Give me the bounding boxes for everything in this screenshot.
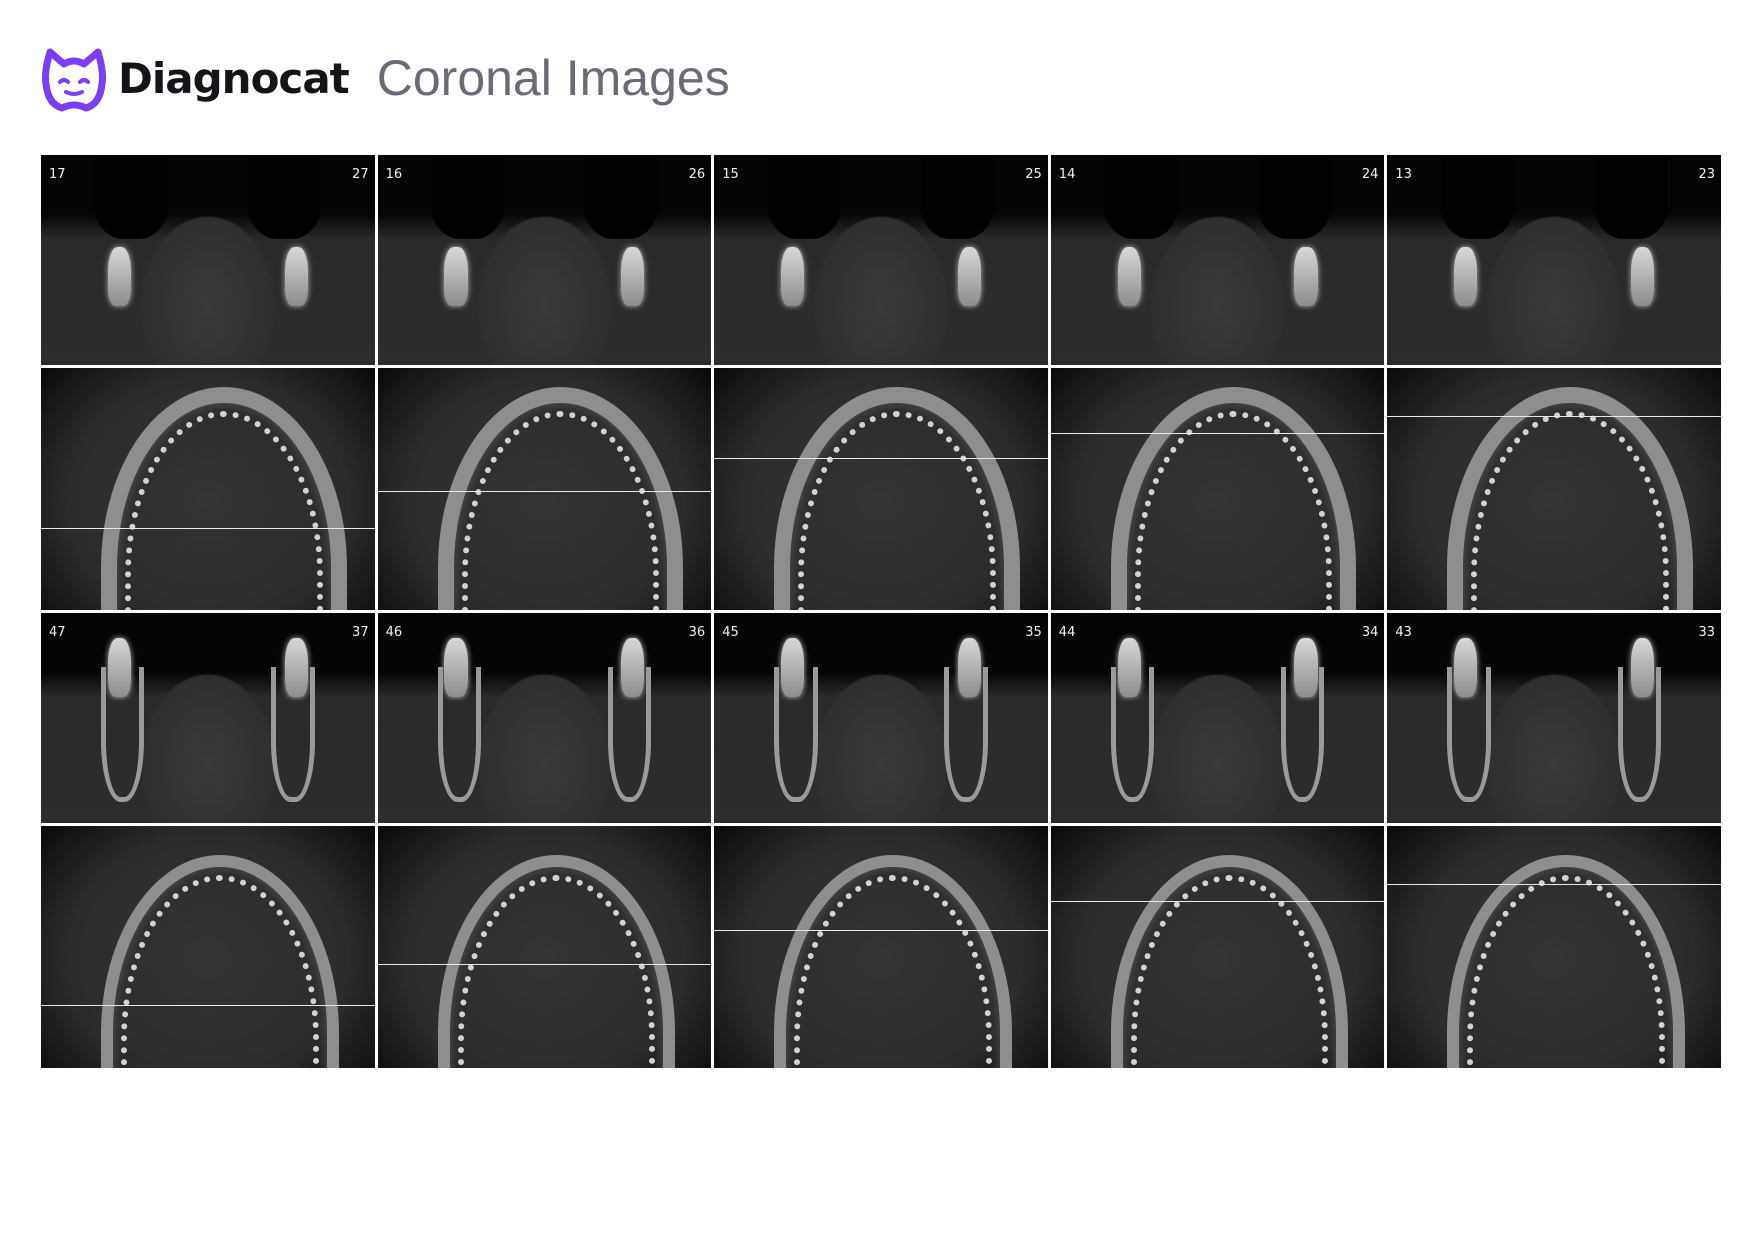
tooth-crown: [1630, 247, 1655, 307]
tooth-number-right: 25: [1025, 167, 1042, 182]
tooth-number-left: 14: [1058, 167, 1076, 182]
tooth-number-right: 34: [1361, 625, 1379, 640]
tooth-number-left: 45: [722, 625, 739, 640]
coronal-slice-upper[interactable]: 13 23: [1387, 155, 1721, 365]
coronal-slice-upper[interactable]: 16 26: [377, 155, 712, 365]
dental-arch: [437, 855, 676, 1068]
coronal-slice-lower[interactable]: 44 34: [1050, 613, 1385, 823]
tooth-number-left: 43: [1395, 625, 1412, 640]
dental-arch: [101, 387, 347, 610]
mandible-outline: [101, 666, 145, 802]
slice-position-line: [1050, 901, 1385, 903]
dental-arch: [774, 855, 1012, 1068]
mandible-outline: [607, 666, 652, 802]
tooth-crown: [284, 247, 308, 307]
slice-position-line: [41, 1005, 375, 1007]
slice-position-line: [1387, 884, 1721, 886]
sinus-shadow: [247, 155, 322, 239]
coronal-slice-upper[interactable]: 15 25: [714, 155, 1048, 365]
sinus-shadow: [94, 155, 168, 239]
page-title: Coronal Images: [376, 50, 730, 106]
tooth-number-right: 35: [1025, 625, 1042, 640]
axial-reference-lower[interactable]: [377, 826, 712, 1068]
slice-position-line: [1050, 433, 1385, 435]
mandible-outline: [1447, 666, 1491, 802]
coronal-slice-upper[interactable]: 17 27: [41, 155, 375, 365]
mandible-outline: [437, 666, 481, 802]
tooth-number-left: 16: [385, 167, 403, 182]
dental-arch: [437, 387, 684, 610]
axial-reference-upper[interactable]: [1050, 368, 1385, 610]
sinus-shadow: [584, 155, 658, 239]
slice-position-line: [41, 527, 375, 529]
upper-axial-row: [41, 368, 1721, 610]
axial-reference-upper[interactable]: [41, 368, 375, 610]
tooth-crown: [107, 247, 132, 307]
tooth-crown: [957, 247, 982, 307]
tooth-number-left: 15: [722, 167, 739, 182]
diagnocat-logo-icon: [42, 48, 106, 112]
coronal-slice-lower[interactable]: 46 36: [377, 613, 712, 823]
sinus-shadow: [1257, 155, 1332, 239]
tooth-number-right: 36: [688, 625, 706, 640]
report-header: Diagnocat Coronal Images: [40, 44, 730, 112]
tooth-number-right: 26: [688, 167, 706, 182]
tooth-crown: [1454, 247, 1478, 307]
sinus-shadow: [767, 155, 841, 239]
tooth-number-right: 33: [1698, 625, 1715, 640]
axial-reference-upper[interactable]: [377, 368, 712, 610]
tooth-number-left: 17: [49, 167, 66, 182]
coronal-slice-upper[interactable]: 14 24: [1050, 155, 1385, 365]
dental-arch: [1110, 855, 1349, 1068]
dental-arch: [1447, 387, 1693, 610]
sinus-shadow: [430, 155, 505, 239]
upper-coronal-row: 17 27 16 26 15 25 14 24 13 23: [41, 155, 1721, 365]
tooth-crown: [1294, 247, 1318, 307]
tooth-number-left: 46: [385, 625, 403, 640]
dental-arch: [1110, 387, 1357, 610]
coronal-slice-lower[interactable]: 43 33: [1387, 613, 1721, 823]
tooth-number-right: 27: [352, 167, 369, 182]
mandible-outline: [271, 666, 315, 802]
mandible-outline: [1110, 666, 1155, 802]
mandible-outline: [1617, 666, 1661, 802]
sinus-shadow: [1594, 155, 1668, 239]
axial-reference-lower[interactable]: [41, 826, 375, 1068]
coronal-image-grid: 17 27 16 26 15 25 14 24 13 23 47 37 46 3…: [41, 155, 1721, 1068]
axial-reference-upper[interactable]: [714, 368, 1048, 610]
axial-reference-lower[interactable]: [714, 826, 1048, 1068]
tooth-number-right: 23: [1698, 167, 1715, 182]
lower-coronal-row: 47 37 46 36 45 35 44 34 43 33: [41, 613, 1721, 823]
mandible-outline: [774, 666, 818, 802]
brand-name: Diagnocat: [118, 53, 350, 103]
slice-position-line: [377, 491, 712, 493]
tooth-crown: [780, 247, 805, 307]
mandible-outline: [944, 666, 988, 802]
axial-reference-lower[interactable]: [1387, 826, 1721, 1068]
tooth-number-left: 44: [1058, 625, 1076, 640]
sinus-shadow: [1440, 155, 1515, 239]
tooth-number-left: 13: [1395, 167, 1412, 182]
dental-arch: [774, 387, 1020, 610]
coronal-slice-lower[interactable]: 47 37: [41, 613, 375, 823]
mandible-outline: [1280, 666, 1325, 802]
slice-position-line: [377, 963, 712, 965]
sinus-shadow: [1104, 155, 1178, 239]
tooth-number-left: 47: [49, 625, 66, 640]
dental-arch: [101, 855, 339, 1068]
axial-reference-lower[interactable]: [1050, 826, 1385, 1068]
lower-axial-row: [41, 826, 1721, 1068]
axial-reference-upper[interactable]: [1387, 368, 1721, 610]
slice-position-line: [714, 457, 1048, 459]
coronal-slice-lower[interactable]: 45 35: [714, 613, 1048, 823]
slice-position-line: [1387, 416, 1721, 418]
tooth-crown: [621, 247, 645, 307]
tooth-crown: [444, 247, 468, 307]
slice-position-line: [714, 930, 1048, 932]
dental-arch: [1447, 855, 1685, 1068]
tooth-number-right: 37: [352, 625, 369, 640]
tooth-crown: [1117, 247, 1141, 307]
sinus-shadow: [921, 155, 995, 239]
tooth-number-right: 24: [1361, 167, 1379, 182]
